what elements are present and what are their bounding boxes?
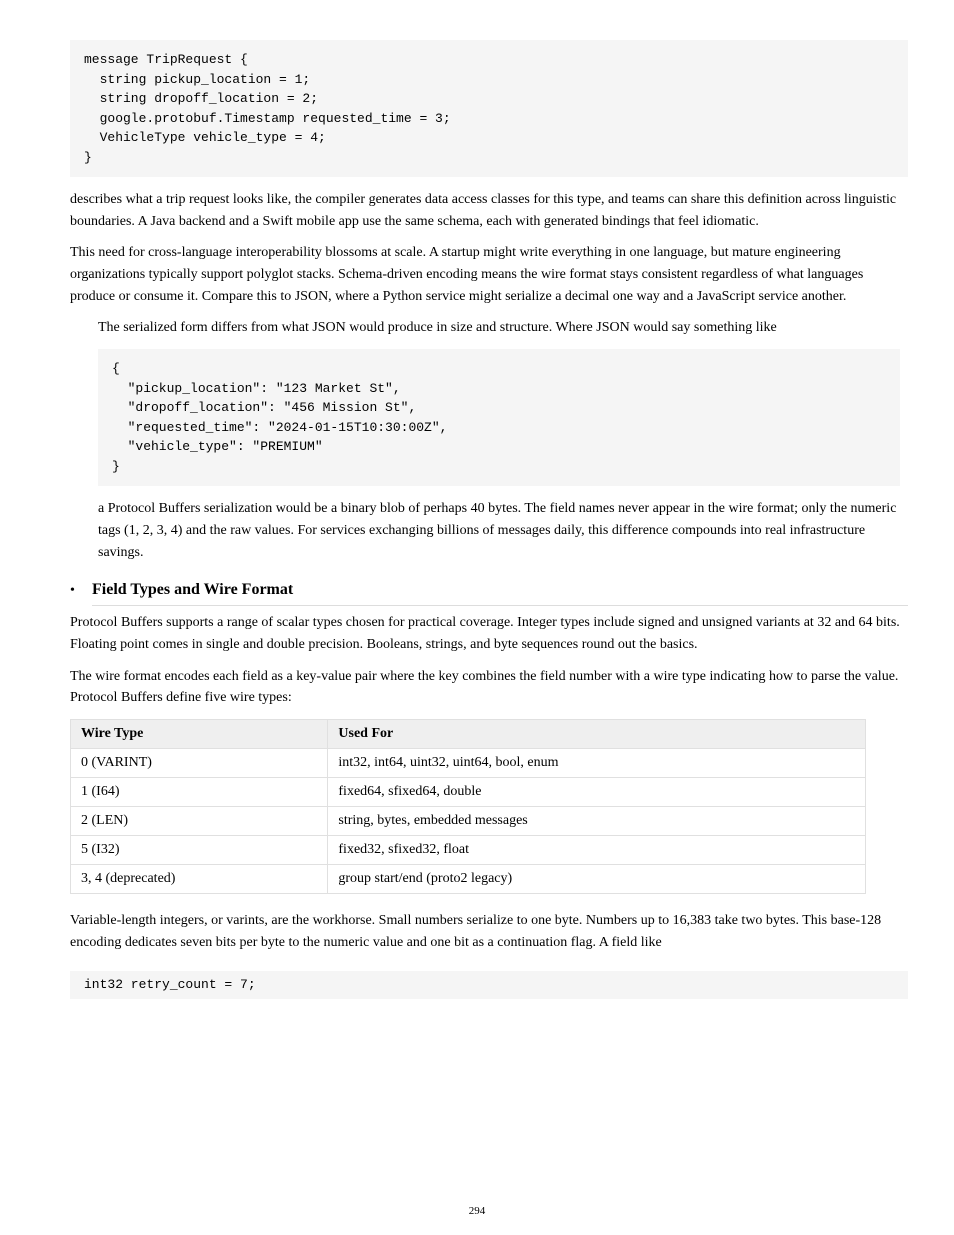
page-number: 294 xyxy=(0,1205,954,1217)
table-cell: group start/end (proto2 legacy) xyxy=(328,864,866,893)
table-header-cell: Used For xyxy=(328,719,866,748)
table-cell: fixed32, sfixed32, float xyxy=(328,835,866,864)
table-row: 0 (VARINT) int32, int64, uint32, uint64,… xyxy=(71,748,866,777)
table-cell: 0 (VARINT) xyxy=(71,748,328,777)
paragraph: This need for cross-language interoperab… xyxy=(70,242,908,307)
code-block-proto-message: message TripRequest { string pickup_loca… xyxy=(70,40,908,177)
table-cell: 2 (LEN) xyxy=(71,806,328,835)
paragraph: The wire format encodes each field as a … xyxy=(70,666,908,709)
table-cell: string, bytes, embedded messages xyxy=(328,806,866,835)
table-row: 1 (I64) fixed64, sfixed64, double xyxy=(71,777,866,806)
paragraph: Protocol Buffers supports a range of sca… xyxy=(70,612,908,655)
code-block-json-example: { "pickup_location": "123 Market St", "d… xyxy=(98,349,900,486)
table-cell: 3, 4 (deprecated) xyxy=(71,864,328,893)
table-row: 3, 4 (deprecated) group start/end (proto… xyxy=(71,864,866,893)
table-row: 5 (I32) fixed32, sfixed32, float xyxy=(71,835,866,864)
table-header-row: Wire Type Used For xyxy=(71,719,866,748)
table-row: 2 (LEN) string, bytes, embedded messages xyxy=(71,806,866,835)
bullet-marker: • xyxy=(70,583,92,599)
paragraph: Variable-length integers, or varints, ar… xyxy=(70,910,908,953)
wire-types-table: Wire Type Used For 0 (VARINT) int32, int… xyxy=(70,719,866,894)
table-cell: 5 (I32) xyxy=(71,835,328,864)
table-cell: 1 (I64) xyxy=(71,777,328,806)
table-header-cell: Wire Type xyxy=(71,719,328,748)
table-cell: fixed64, sfixed64, double xyxy=(328,777,866,806)
paragraph: a Protocol Buffers serialization would b… xyxy=(98,498,900,563)
paragraph: The serialized form differs from what JS… xyxy=(98,317,900,339)
code-block-field-decl: int32 retry_count = 7; xyxy=(70,971,908,999)
table-cell: int32, int64, uint32, uint64, bool, enum xyxy=(328,748,866,777)
paragraph: describes what a trip request looks like… xyxy=(70,189,908,232)
section-heading: Field Types and Wire Format xyxy=(92,581,908,606)
